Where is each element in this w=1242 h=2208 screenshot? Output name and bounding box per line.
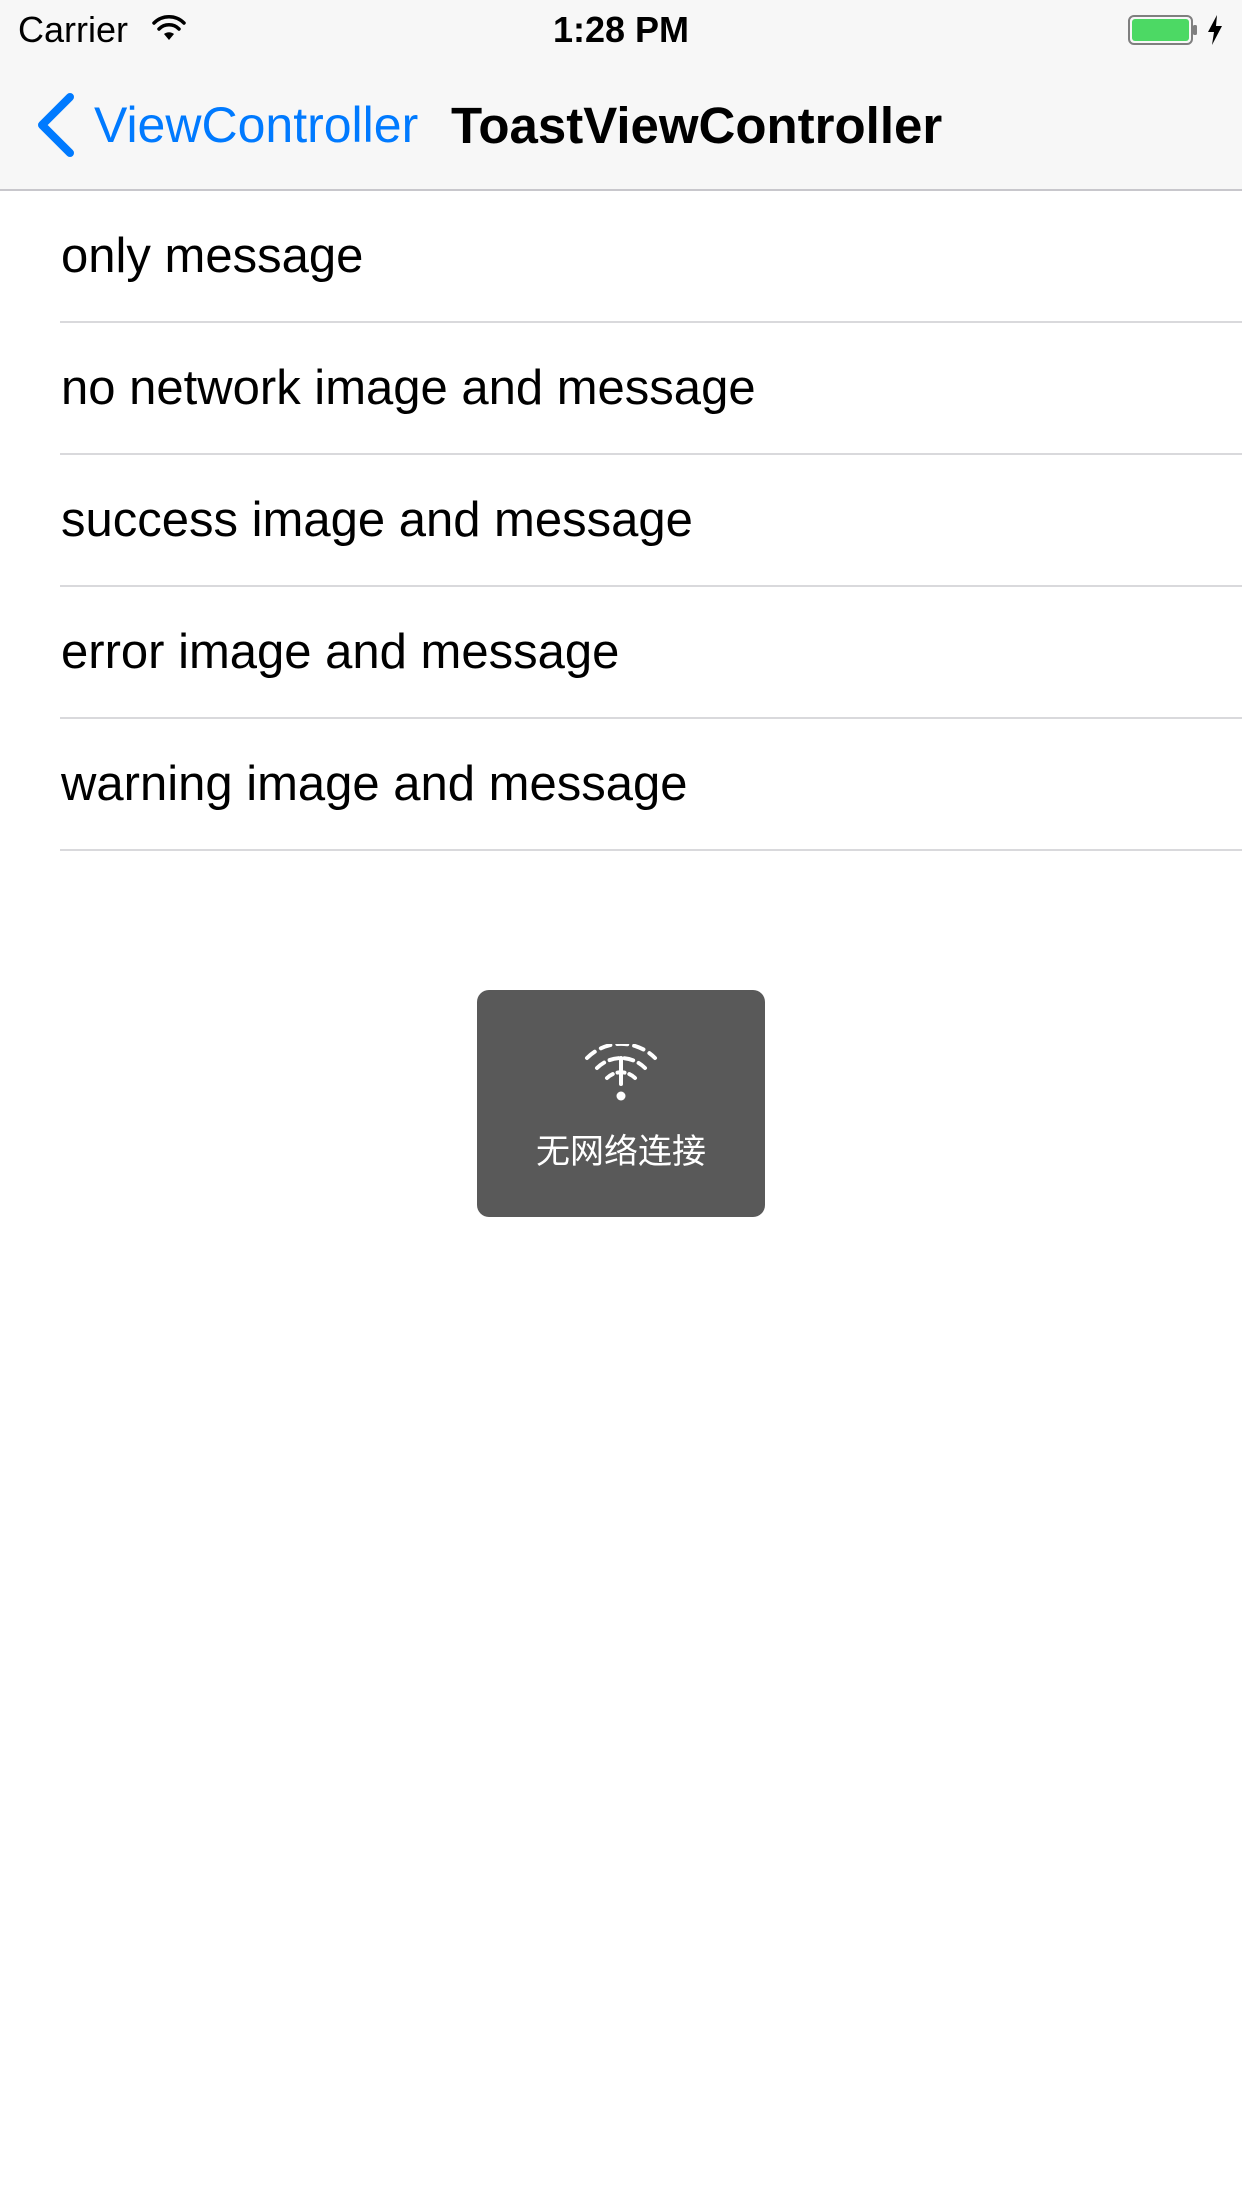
list-item-label: only message — [61, 229, 364, 283]
toast-message: 无网络连接 — [536, 1132, 706, 1172]
toast-options-list: only message no network image and messag… — [0, 191, 1242, 851]
list-item-warning[interactable]: warning image and message — [0, 719, 1242, 851]
list-item-error[interactable]: error image and message — [0, 587, 1242, 719]
chevron-left-icon — [38, 93, 74, 157]
list-item-label: warning image and message — [61, 757, 688, 811]
list-item-success[interactable]: success image and message — [0, 455, 1242, 587]
list-item-label: error image and message — [61, 625, 620, 679]
list-item-label: no network image and message — [61, 361, 756, 415]
row-separator — [60, 849, 1242, 851]
list-item-only-message[interactable]: only message — [0, 191, 1242, 323]
toast-popup: 无网络连接 — [477, 990, 765, 1217]
status-time: 1:28 PM — [552, 9, 690, 50]
back-button-label: ViewController — [94, 97, 419, 153]
back-button[interactable]: ViewController — [34, 90, 418, 160]
page-title: ToastViewController — [451, 97, 943, 154]
screen: Carrier 1:28 PM ViewController ToastView… — [0, 0, 1242, 2208]
list-item-no-network[interactable]: no network image and message — [0, 323, 1242, 455]
list-item-label: success image and message — [61, 493, 693, 547]
navigation-bar: ViewController ToastViewController — [0, 60, 1242, 190]
top-bar: Carrier 1:28 PM ViewController ToastView… — [0, 0, 1242, 191]
charging-bolt-icon — [1208, 15, 1222, 45]
status-bar: Carrier 1:28 PM — [0, 0, 1242, 60]
no-network-icon — [585, 1044, 657, 1101]
battery-icon — [1128, 15, 1197, 45]
